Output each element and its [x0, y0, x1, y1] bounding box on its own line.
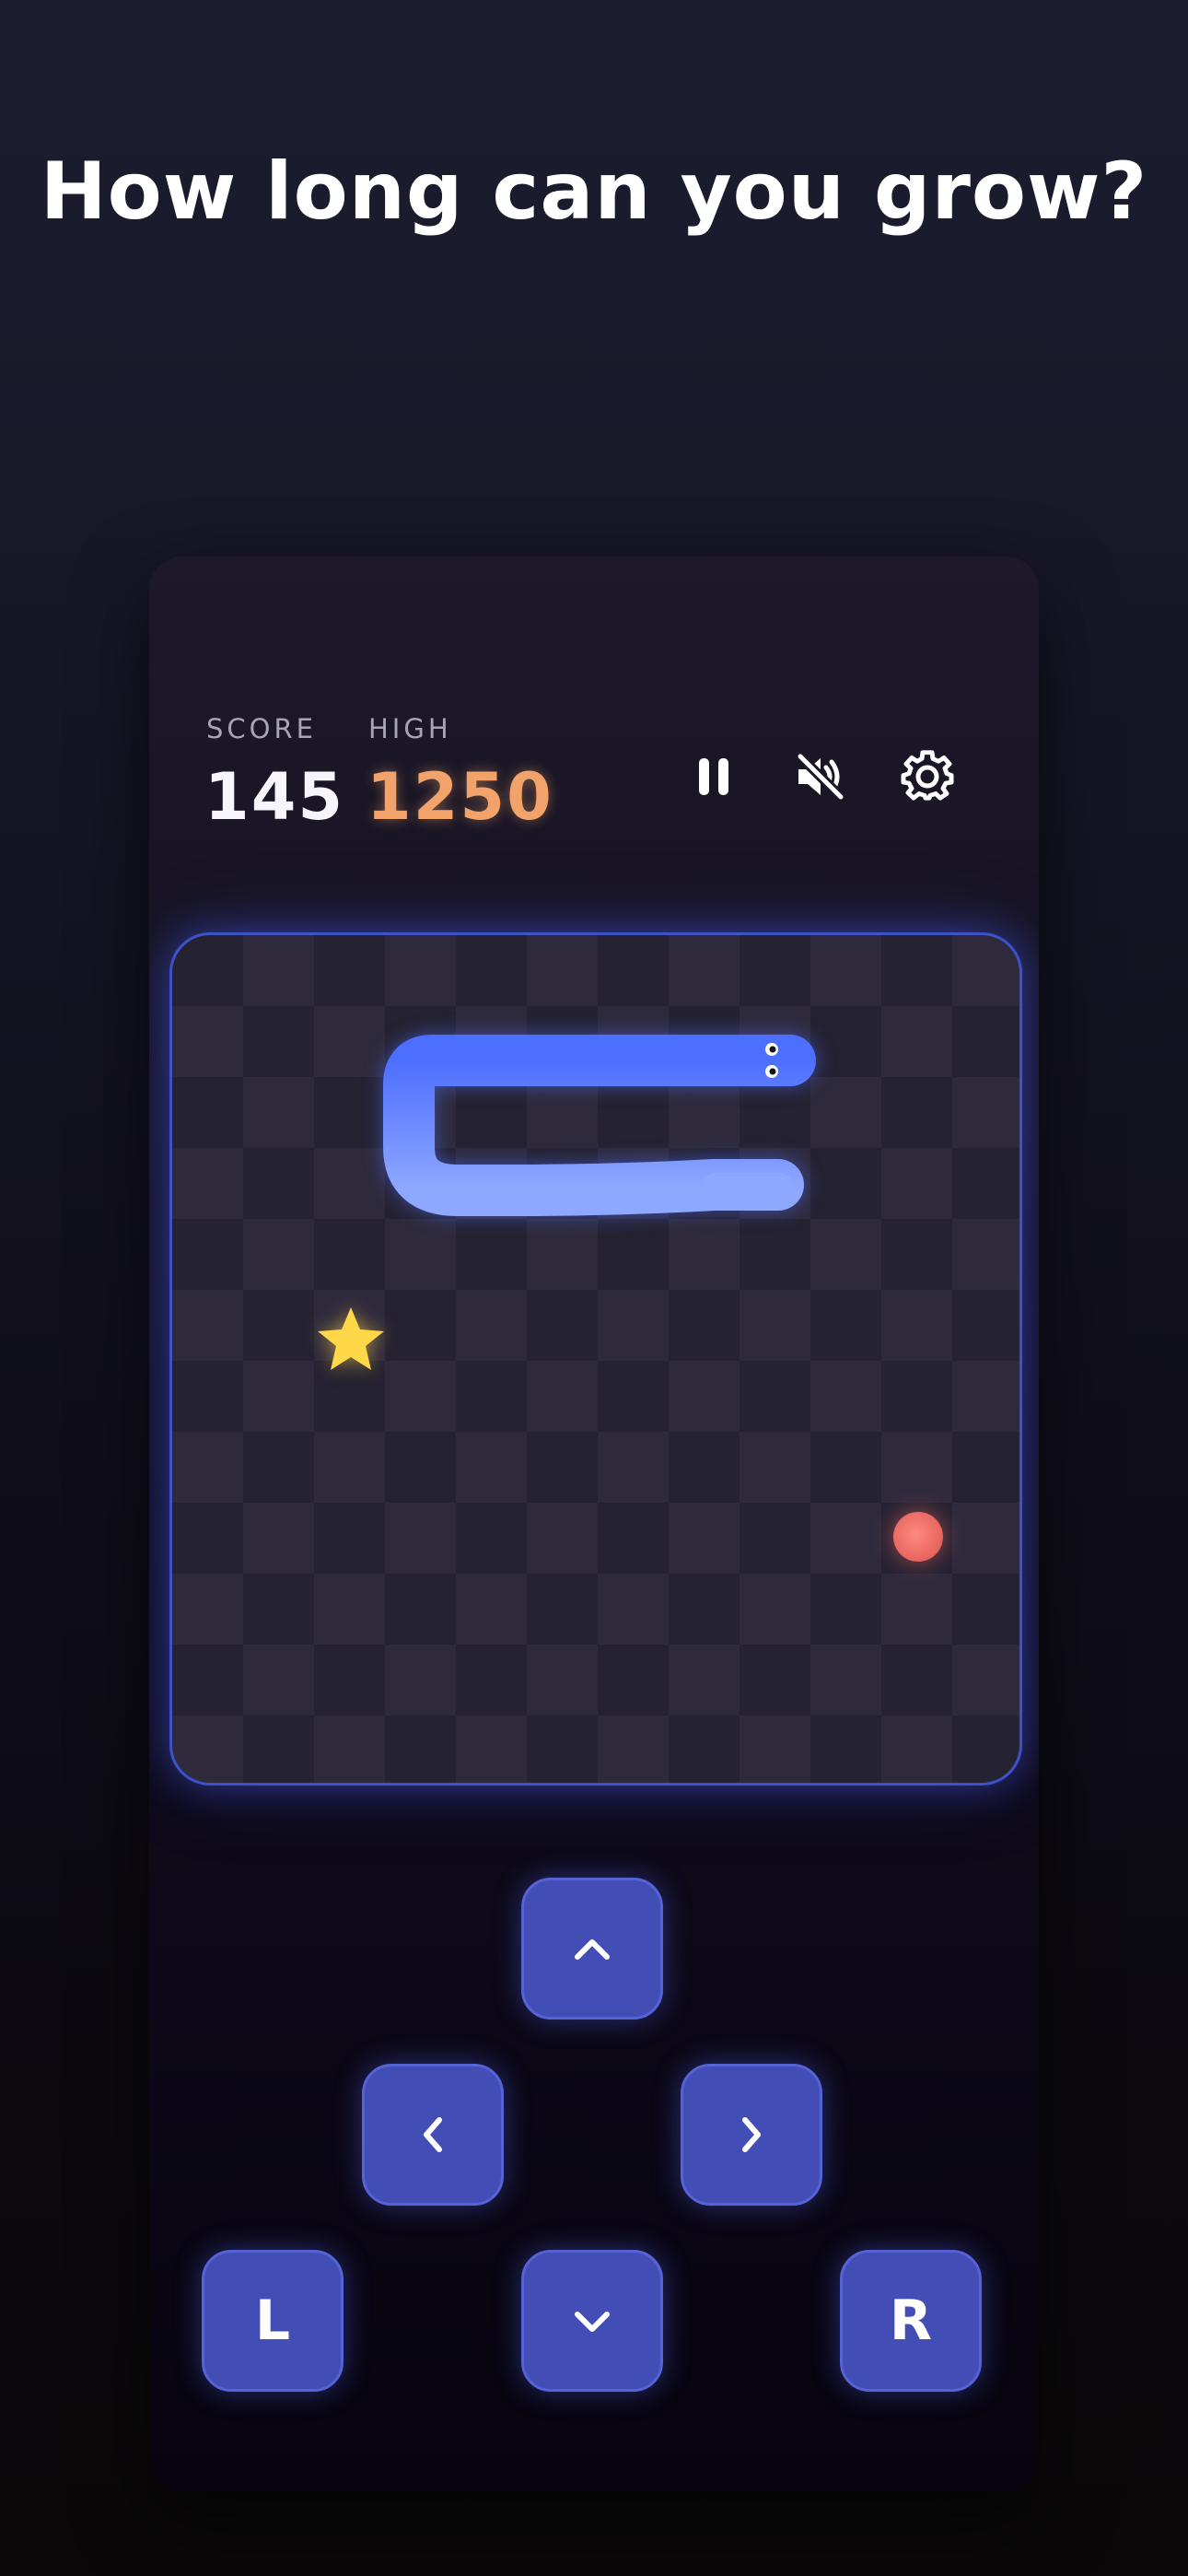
settings-button[interactable] [895, 744, 960, 809]
up-button[interactable] [521, 1878, 663, 2020]
down-button[interactable] [521, 2250, 663, 2392]
score-label: SCORE [206, 713, 317, 744]
chevron-right-icon [742, 2117, 761, 2152]
chevron-up-icon [575, 1939, 610, 1960]
chevron-down-icon [575, 2312, 610, 2332]
mute-button[interactable] [788, 744, 853, 809]
high-score-label: HIGH [368, 713, 452, 744]
l-button-label: L [254, 2289, 291, 2353]
snake [383, 1035, 816, 1216]
r-button[interactable]: R [840, 2250, 982, 2392]
r-button-label: R [889, 2289, 933, 2353]
high-score-value: 1250 [367, 759, 553, 835]
score-value: 145 [204, 759, 345, 835]
board-layer [318, 1035, 943, 1562]
left-button[interactable] [362, 2064, 504, 2206]
right-button[interactable] [681, 2064, 822, 2206]
game-board[interactable] [169, 932, 1022, 1786]
chevron-left-icon [424, 2117, 442, 2152]
pause-button[interactable] [681, 744, 746, 809]
headline: How long can you grow? [40, 146, 1148, 238]
game-device: SCORE 145 HIGH 1250 L R [149, 556, 1039, 2491]
gear-icon [901, 750, 954, 801]
red-food [893, 1512, 943, 1562]
pause-icon [699, 758, 728, 795]
mute-icon [795, 753, 846, 801]
l-button[interactable]: L [202, 2250, 344, 2392]
star-pickup [318, 1307, 384, 1370]
